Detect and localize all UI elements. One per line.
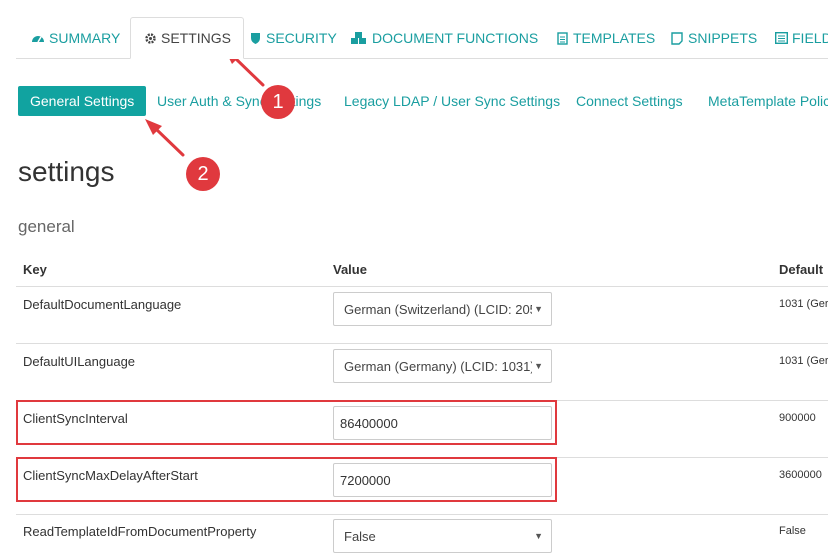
tab-settings-label: SETTINGS [161,30,232,46]
gear-icon [143,31,157,45]
step-badge-2: 2 [186,157,220,191]
step-badge-1: 1 [261,85,295,119]
annotation-arrows [145,48,265,157]
tab-settings[interactable]: SETTINGS [130,17,245,59]
